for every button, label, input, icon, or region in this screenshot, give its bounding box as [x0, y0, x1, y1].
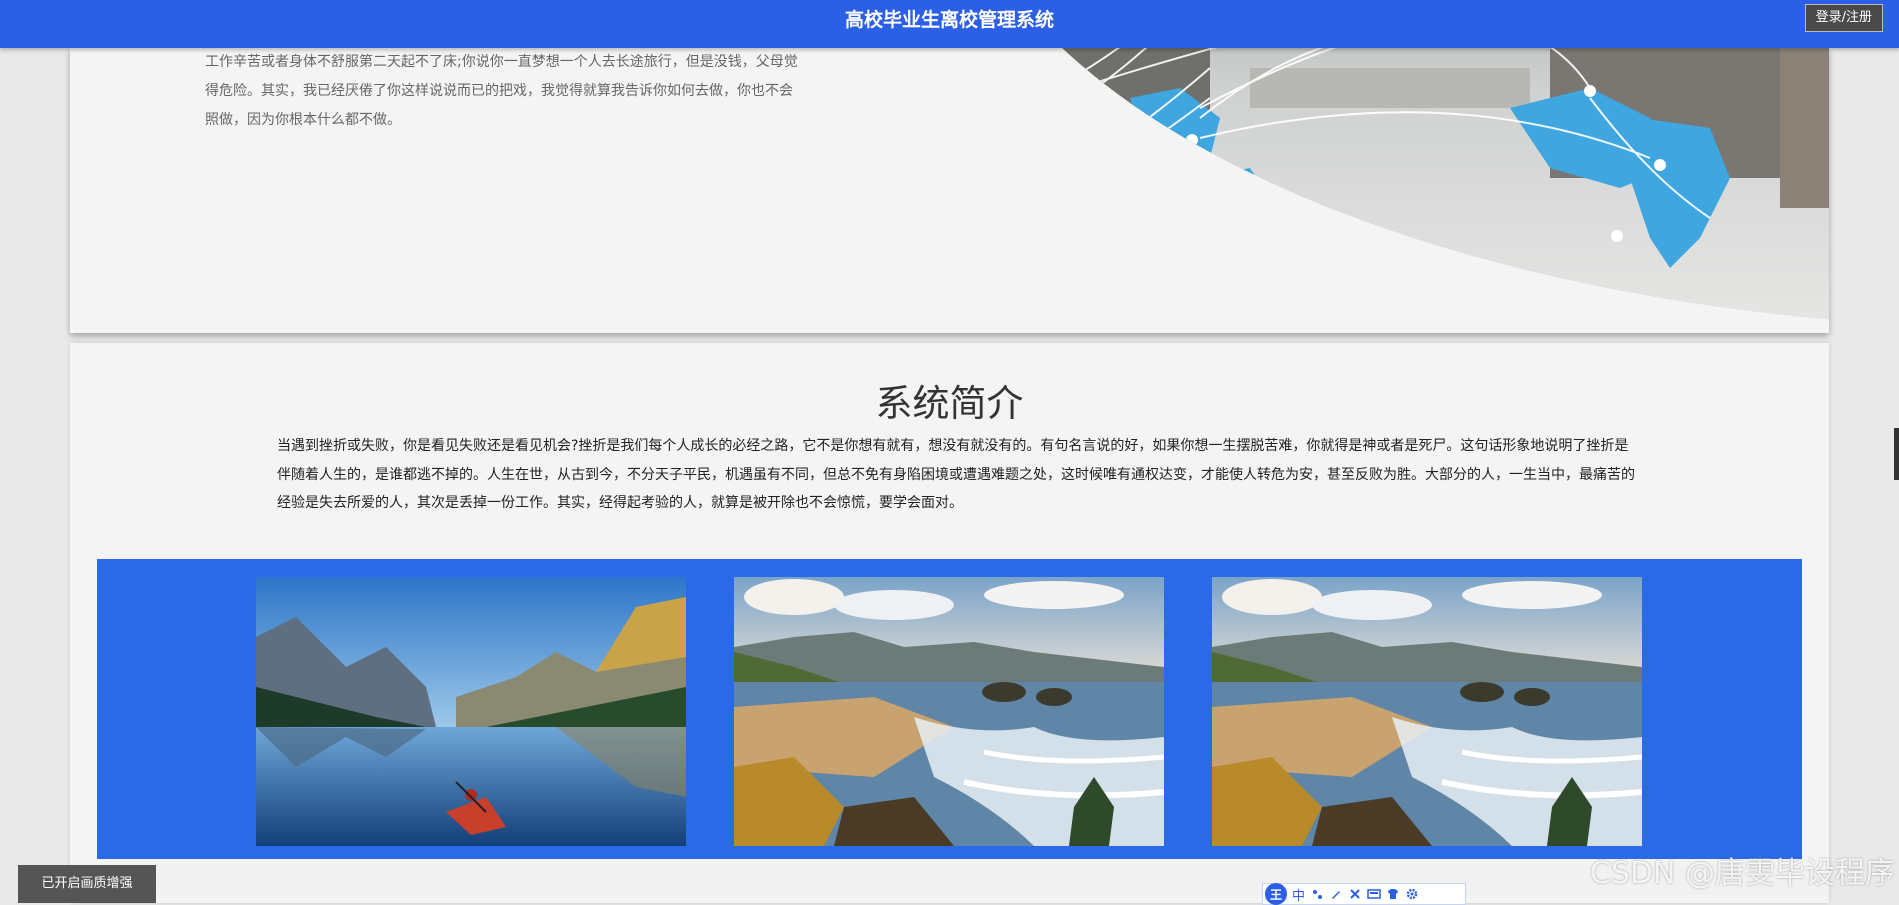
skin-shirt-icon[interactable] — [1386, 887, 1400, 901]
hero-world-map-image — [950, 48, 1829, 328]
ime-mode-toggle[interactable]: 中 — [1292, 885, 1305, 904]
lake-kayak-photo[interactable] — [256, 577, 686, 846]
image-gallery — [97, 559, 1802, 859]
top-navbar: 高校毕业生离校管理系统 登录/注册 — [0, 0, 1899, 48]
next-section-edge — [70, 865, 1829, 895]
ime-toolbar: 王 中 — [1262, 883, 1466, 905]
intro-text: 当遇到挫折或失败，你是看见失败还是看见机会?挫折是我们每个人成长的必经之路，它不… — [277, 432, 1677, 518]
csdn-watermark: CSDN @唐雯毕设程序 — [1589, 856, 1895, 891]
quality-enhance-toast: 已开启画质增强 — [18, 865, 156, 903]
pen-icon[interactable] — [1329, 887, 1343, 901]
intro-line: 经验是失去所爱的人，其次是丢掉一份工作。其实，经得起考验的人，就算是被开除也不会… — [277, 495, 963, 511]
keyboard-icon[interactable] — [1367, 887, 1381, 901]
about-line: 工作辛苦或者身体不舒服第二天起不了床;你说你一直梦想一个人去长途旅行，但是没钱，… — [205, 54, 798, 70]
punctuation-icon[interactable] — [1310, 887, 1324, 901]
coast-beach-photo[interactable] — [1212, 577, 1642, 846]
about-line: 得危险。其实，我已经厌倦了你这样说说而已的把戏，我觉得就算我告诉你如何去做，你也… — [205, 83, 793, 99]
gear-icon[interactable] — [1405, 887, 1419, 901]
intro-line: 当遇到挫折或失败，你是看见失败还是看见机会?挫折是我们每个人成长的必经之路，它不… — [277, 438, 1629, 454]
section-title: 系统简介 — [875, 382, 1024, 425]
scissors-icon[interactable] — [1348, 887, 1362, 901]
system-intro-section: 系统简介 当遇到挫折或失败，你是看见失败还是看见机会?挫折是我们每个人成长的必经… — [70, 343, 1829, 903]
login-register-button[interactable]: 登录/注册 — [1804, 4, 1883, 32]
coast-beach-photo[interactable] — [734, 577, 1164, 846]
about-text: 工作辛苦或者身体不舒服第二天起不了床;你说你一直梦想一个人去长途旅行，但是没钱，… — [205, 48, 885, 135]
ime-logo-icon[interactable]: 王 — [1265, 883, 1287, 905]
scrollbar-thumb[interactable] — [1894, 428, 1899, 480]
about-line: 照做，因为你根本什么都不做。 — [205, 112, 401, 128]
app-title: 高校毕业生离校管理系统 — [844, 9, 1054, 31]
about-section: 工作辛苦或者身体不舒服第二天起不了床;你说你一直梦想一个人去长途旅行，但是没钱，… — [70, 48, 1829, 333]
intro-line: 伴随着人生的，是谁都逃不掉的。人生在世，从古到今，不分天子平民，机遇虽有不同，但… — [277, 466, 1635, 483]
